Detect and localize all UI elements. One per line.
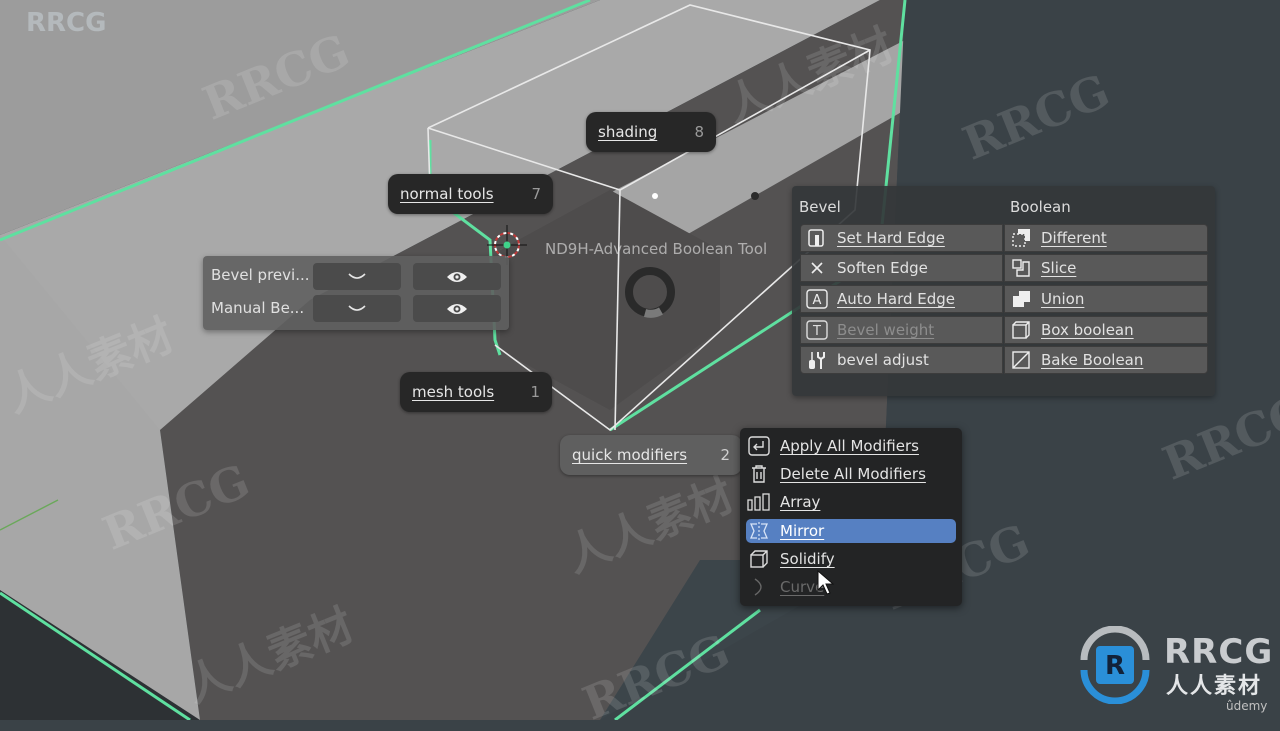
letter-a-icon: A [806, 289, 828, 309]
pie-item-mesh-tools[interactable]: mesh tools 1 [400, 372, 552, 412]
boolean-slice-label: Slice [1041, 259, 1077, 277]
bevel-weight-button[interactable]: T Bevel weight [800, 316, 1003, 344]
auto-hard-edge-label: Auto Hard Edge [837, 290, 956, 308]
boolean-union-icon [1013, 291, 1030, 307]
menu-item-label: Mirror [780, 522, 825, 540]
manual-bevel-label: Manual Be... [211, 299, 305, 317]
mouse-cursor-icon [817, 570, 835, 595]
pie-item-quick-modifiers[interactable]: quick modifiers 2 [560, 435, 742, 475]
rrcg-logo-text: RRCG [1164, 632, 1274, 672]
bake-icon [1012, 351, 1030, 369]
corner-watermark: RRCG [26, 8, 107, 38]
soften-edge-button[interactable]: Soften Edge [800, 254, 1003, 282]
x-icon [811, 262, 823, 274]
menu-item-curve[interactable]: Curve [746, 575, 956, 599]
menu-item-label: Array [780, 493, 821, 511]
bevel-preview-label: Bevel previ... [211, 266, 310, 284]
menu-item-label: Apply All Modifiers [780, 437, 919, 455]
tool-label: ND9H-Advanced Boolean Tool [545, 240, 768, 258]
boolean-slice-button[interactable]: Slice [1004, 254, 1208, 282]
rrcg-logo-icon: R [1080, 625, 1150, 705]
array-icon [747, 493, 770, 511]
boolean-slice-icon [1012, 259, 1030, 277]
pie-item-label: mesh tools [412, 383, 495, 401]
menu-item-solidify[interactable]: Solidify [746, 547, 956, 571]
pie-item-key: 2 [720, 446, 730, 464]
chevron-down-icon [348, 272, 366, 279]
rrcg-logo: R [1076, 625, 1154, 705]
udemy-logo: ûdemy [1226, 699, 1268, 713]
menu-item-array[interactable]: Array [746, 490, 956, 514]
box-boolean-label: Box boolean [1041, 321, 1134, 339]
bevel-header: Bevel [799, 198, 841, 216]
menu-item-apply-all-modifiers[interactable]: Apply All Modifiers [746, 434, 956, 458]
menu-item-label: Solidify [780, 550, 835, 568]
boolean-union-button[interactable]: Union [1004, 285, 1208, 313]
pie-item-key: 7 [531, 185, 541, 203]
boolean-different-label: Different [1041, 229, 1107, 247]
pie-item-key: 1 [530, 383, 540, 401]
pie-item-shading[interactable]: shading 8 [586, 112, 716, 152]
bevel-weight-label: Bevel weight [837, 321, 935, 339]
bevel-boolean-panel: Bevel Boolean Set Hard Edge Soften Edge … [792, 186, 1215, 396]
soften-edge-label: Soften Edge [837, 259, 928, 277]
auto-hard-edge-button[interactable]: A Auto Hard Edge [800, 285, 1003, 313]
manual-bevel-visibility-toggle[interactable] [413, 295, 501, 322]
boolean-difference-icon [1012, 229, 1030, 247]
pivot-dot [652, 193, 658, 199]
trash-icon [752, 465, 766, 483]
eye-icon [447, 303, 467, 314]
pie-item-label: shading [598, 123, 658, 141]
bevel-preview-dropdown[interactable] [313, 263, 401, 290]
bevel-adjust-button[interactable]: bevel adjust [800, 346, 1003, 374]
curve-icon [754, 578, 762, 596]
bevel-preview-visibility-toggle[interactable] [413, 263, 501, 290]
svg-text:T: T [812, 324, 821, 339]
chevron-down-icon [348, 304, 366, 311]
rrcg-logo-subtitle: 人人素材 [1166, 674, 1263, 699]
pie-item-label: quick modifiers [572, 446, 688, 464]
bake-boolean-label: Bake Boolean [1041, 351, 1144, 369]
bevel-adjust-label: bevel adjust [837, 351, 929, 369]
bake-boolean-button[interactable]: Bake Boolean [1004, 346, 1208, 374]
pie-item-normal-tools[interactable]: normal tools 7 [388, 174, 553, 214]
cube-icon [1012, 321, 1030, 339]
manual-bevel-dropdown[interactable] [313, 295, 401, 322]
eye-icon [447, 271, 467, 282]
set-hard-edge-label: Set Hard Edge [837, 229, 945, 247]
quick-modifiers-menu: Apply All Modifiers Delete All Modifiers… [740, 428, 962, 606]
boolean-different-button[interactable]: Different [1004, 224, 1208, 252]
pie-item-label: normal tools [400, 185, 494, 203]
svg-text:A: A [813, 293, 822, 308]
apply-icon [748, 436, 770, 456]
tools-icon [809, 352, 825, 369]
solidify-icon [750, 550, 768, 568]
box-boolean-button[interactable]: Box boolean [1004, 316, 1208, 344]
3d-viewport[interactable]: RRCG RRCG RRCG RRCG RRCG RRCG 人人素材 人人素材 … [0, 0, 1280, 731]
hard-edge-icon [808, 229, 824, 247]
mirror-icon [750, 522, 768, 540]
menu-item-label: Delete All Modifiers [780, 465, 926, 483]
boolean-header: Boolean [1010, 198, 1071, 216]
pie-item-key: 8 [694, 123, 704, 141]
menu-item-mirror[interactable]: Mirror [746, 519, 956, 543]
bevel-preview-panel: Bevel previ... Manual Be... [203, 256, 509, 330]
boolean-union-label: Union [1041, 290, 1085, 308]
svg-text:R: R [1105, 651, 1125, 681]
menu-item-delete-all-modifiers[interactable]: Delete All Modifiers [746, 462, 956, 486]
set-hard-edge-button[interactable]: Set Hard Edge [800, 224, 1003, 252]
letter-t-icon: T [806, 320, 828, 340]
